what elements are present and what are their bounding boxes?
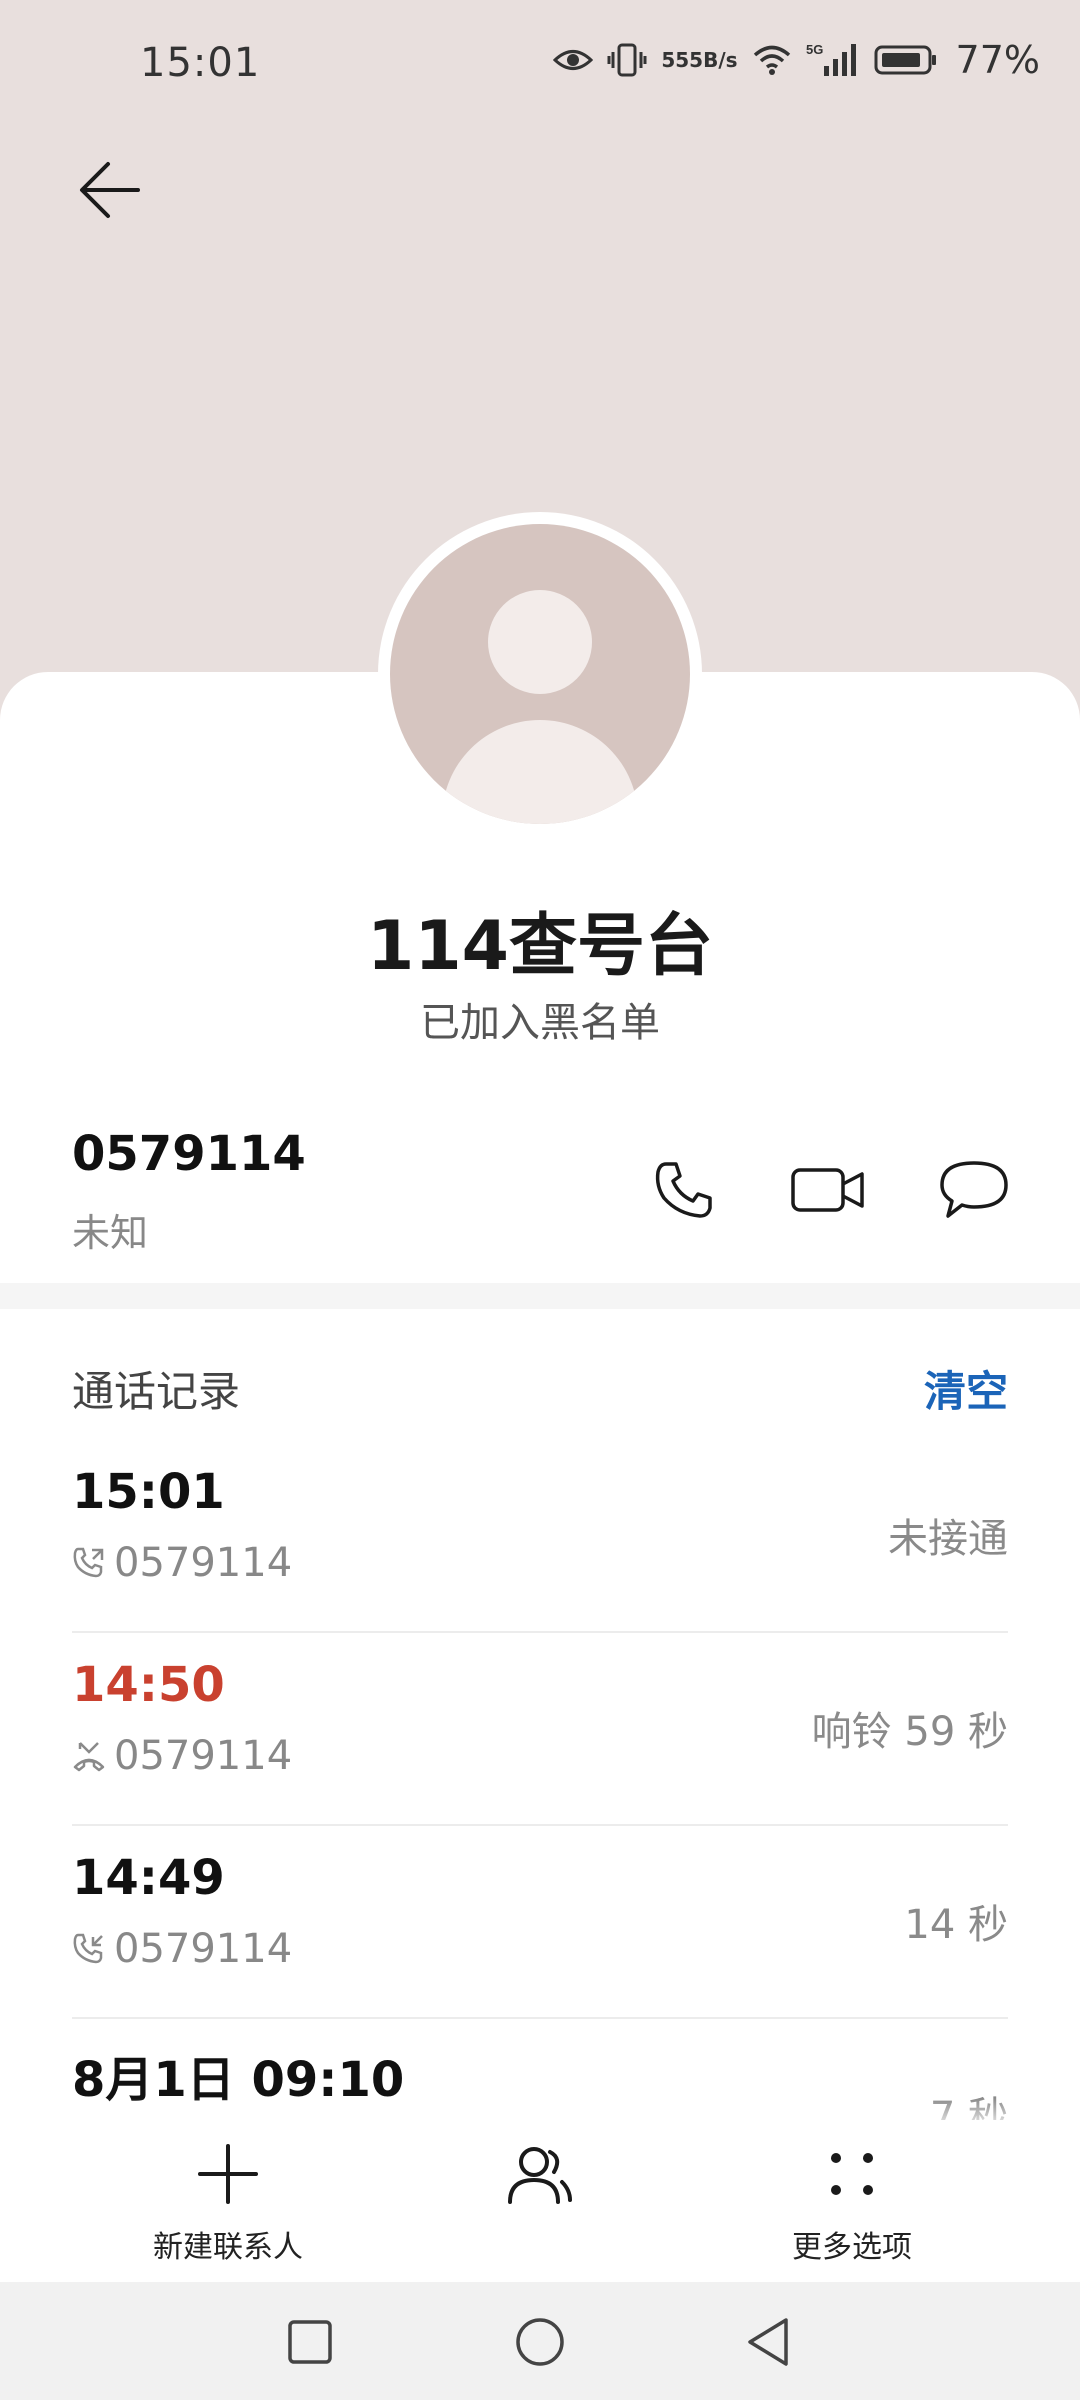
- signal-icon: 5G: [806, 42, 860, 78]
- call-log-item[interactable]: 14:49 0579114 14 秒: [72, 1826, 1008, 2019]
- contact-status: 已加入黑名单: [420, 1000, 660, 1046]
- call-result: 14 秒: [904, 1902, 1008, 1948]
- incoming-call-icon: [73, 1933, 103, 1964]
- call-result: 未接通: [888, 1516, 1008, 1562]
- call-log-item[interactable]: 15:01 0579114 未接通: [72, 1440, 1008, 1633]
- call-log-item[interactable]: 14:50 0579114 响铃 59 秒: [72, 1633, 1008, 1826]
- system-nav-bar: [0, 2282, 1080, 2400]
- eye-icon: [553, 47, 594, 73]
- net-speed: 555 B/s: [661, 47, 738, 72]
- call-time: 14:50: [72, 1657, 225, 1713]
- bottom-action-bar: 新建联系人 更多选项: [0, 2132, 1080, 2282]
- status-bar: 15:01 555 B/s 5G 77%: [0, 0, 1080, 130]
- avatar-head-shape: [488, 590, 592, 694]
- home-button[interactable]: [508, 2310, 572, 2374]
- new-contact-label: 新建联系人: [153, 2230, 303, 2265]
- clear-call-log-button[interactable]: 清空: [924, 1358, 1008, 1419]
- call-log-title: 通话记录: [72, 1367, 241, 1416]
- phone-icon: [655, 1162, 712, 1218]
- call-time: 14:49: [72, 1850, 225, 1906]
- call-number-text: 0579114: [114, 1926, 293, 1972]
- more-options-label: 更多选项: [792, 2230, 912, 2265]
- message-button[interactable]: [934, 1150, 1014, 1230]
- wifi-icon: [752, 44, 792, 76]
- signal-label: 5G: [806, 42, 823, 57]
- call-number: 0579114: [72, 1926, 292, 1972]
- recents-button[interactable]: [278, 2310, 342, 2374]
- net-speed-value: 555: [661, 47, 704, 72]
- call-log-header: 通话记录 清空: [72, 1358, 1008, 1418]
- phone-number-type: 未知: [72, 1211, 149, 1255]
- call-result: 响铃 59 秒: [811, 1709, 1008, 1755]
- status-time: 15:01: [140, 40, 261, 86]
- back-button[interactable]: [70, 150, 150, 230]
- contacts-button[interactable]: [420, 2132, 660, 2282]
- call-time: 15:01: [72, 1464, 225, 1520]
- missed-call-icon: [73, 1742, 105, 1772]
- contacts-icon: [504, 2132, 576, 2216]
- status-icons: 555 B/s 5G 77%: [553, 38, 1040, 82]
- call-log-list: 15:01 0579114 未接通 14:50 0579114 响铃 59 秒: [72, 1440, 1008, 2019]
- call-number-text: 0579114: [114, 1733, 293, 1779]
- contact-name: 114查号台: [367, 907, 713, 986]
- battery-percent: 77%: [955, 38, 1040, 82]
- more-options-button[interactable]: 更多选项: [732, 2132, 972, 2282]
- net-speed-unit: B/s: [703, 47, 738, 72]
- call-number: 0579114: [72, 1540, 292, 1586]
- vibrate-icon: [607, 42, 647, 78]
- triangle-back-icon: [748, 2318, 788, 2366]
- avatar[interactable]: [390, 524, 690, 824]
- plus-icon: [196, 2132, 260, 2216]
- chat-bubble-icon: [940, 1161, 1008, 1218]
- section-divider: [0, 1283, 1080, 1309]
- circle-icon: [516, 2318, 564, 2366]
- video-camera-icon: [791, 1168, 864, 1212]
- call-number: 0579114: [72, 1733, 292, 1779]
- back-nav-button[interactable]: [736, 2310, 800, 2374]
- phone-number: 0579114: [72, 1126, 306, 1182]
- square-icon: [288, 2320, 332, 2364]
- arrow-left-icon: [80, 162, 140, 218]
- bottom-fade: [0, 2098, 1080, 2132]
- more-dots-icon: [822, 2132, 882, 2216]
- battery-icon: [874, 44, 938, 76]
- video-call-button[interactable]: [788, 1150, 868, 1230]
- contact-detail-screen: 15:01 555 B/s 5G 77% 114查号台 已加入黑名单 05791…: [0, 0, 1080, 2400]
- phone-number-row[interactable]: 0579114 未知: [72, 1120, 1008, 1260]
- avatar-body-shape: [442, 720, 638, 824]
- outgoing-call-icon: [73, 1547, 104, 1578]
- new-contact-button[interactable]: 新建联系人: [108, 2132, 348, 2282]
- call-number-text: 0579114: [114, 1540, 293, 1586]
- call-button[interactable]: [644, 1150, 724, 1230]
